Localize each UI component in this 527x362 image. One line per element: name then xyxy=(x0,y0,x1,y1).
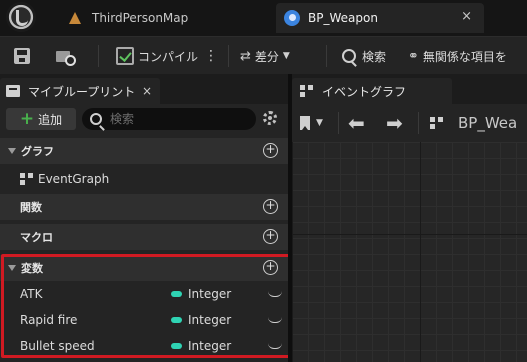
diff-icon: ⇄ xyxy=(240,48,251,64)
section-label: マクロ xyxy=(20,231,53,244)
tab-thirdpersonmap[interactable]: ThirdPersonMap xyxy=(50,3,275,33)
diff-button[interactable]: ⇄ 差分 ▼ xyxy=(240,37,290,75)
gear-icon[interactable] xyxy=(263,111,277,125)
variable-row[interactable]: Rapid fire Integer xyxy=(0,307,288,333)
chevron-down-icon: ▼ xyxy=(316,118,323,128)
section-label: グラフ xyxy=(21,145,54,158)
section-label: 変数 xyxy=(21,262,43,275)
toolbar-divider xyxy=(338,112,339,134)
panel-tab-label: マイブループリント xyxy=(28,84,136,99)
add-variable-icon[interactable]: + xyxy=(263,260,278,275)
save-button[interactable] xyxy=(14,37,30,75)
variable-name: ATK xyxy=(20,287,43,301)
toolbar-divider xyxy=(418,112,419,134)
integer-type-pin-icon xyxy=(171,317,182,323)
hide-unrelated-icon: ⚭ xyxy=(408,48,419,64)
add-label: 追加 xyxy=(38,112,63,127)
title-tab-bar: ThirdPersonMap BP_Weapon × xyxy=(0,0,527,36)
search-icon xyxy=(90,113,102,125)
compile-options-icon[interactable]: ⋮ xyxy=(204,48,218,64)
compile-label: コンパイル xyxy=(138,49,199,64)
plus-icon: + xyxy=(19,108,35,129)
variable-type[interactable]: Integer xyxy=(188,313,231,327)
list-item-eventgraph[interactable]: EventGraph xyxy=(0,166,288,192)
variable-name: Bullet speed xyxy=(20,339,95,353)
blueprint-book-icon xyxy=(6,85,20,97)
eventgraph-label: EventGraph xyxy=(38,172,110,186)
variable-row[interactable]: Bullet speed Integer xyxy=(0,333,288,359)
closed-eye-icon[interactable] xyxy=(268,343,282,349)
closed-eye-icon[interactable] xyxy=(268,317,282,323)
ue-editor-window: ThirdPersonMap BP_Weapon × コンパイル ⋮ ⇄ 差分 … xyxy=(0,0,527,362)
graph-toolbar: ▼ ⬅ ➡ BP_Wea xyxy=(292,104,527,142)
bookmark-icon xyxy=(300,116,310,130)
collapse-arrow-icon[interactable] xyxy=(8,148,16,154)
variable-type[interactable]: Integer xyxy=(188,339,231,353)
hide-unrelated-label: 無関係な項目を xyxy=(422,49,507,64)
graph-tab-bar: イベントグラフ xyxy=(292,74,527,104)
hide-unrelated-button[interactable]: ⚭ 無関係な項目を xyxy=(408,37,507,75)
breadcrumb: BP_Wea xyxy=(430,104,517,142)
tab-label: BP_Weapon xyxy=(308,11,378,25)
section-label: 関数 xyxy=(20,201,42,214)
unreal-logo-icon[interactable] xyxy=(6,2,36,32)
main-toolbar: コンパイル ⋮ ⇄ 差分 ▼ 検索 ⚭ 無関係な項目を xyxy=(0,36,527,74)
tab-my-blueprint[interactable]: マイブループリント × xyxy=(0,78,160,104)
section-graphs[interactable]: グラフ + xyxy=(0,138,288,164)
my-blueprint-panel: マイブループリント × + 追加 グラフ + EventGraph xyxy=(0,74,288,362)
section-macros[interactable]: マクロ + xyxy=(0,224,288,250)
add-function-icon[interactable]: + xyxy=(263,199,278,214)
toolbar-divider xyxy=(98,45,99,67)
tab-label: ThirdPersonMap xyxy=(92,11,189,25)
section-variables[interactable]: 変数 + xyxy=(0,255,288,281)
event-graph-icon xyxy=(20,173,34,185)
blueprint-icon xyxy=(284,10,300,26)
find-button[interactable]: 検索 xyxy=(342,37,386,75)
tab-bp-weapon[interactable]: BP_Weapon × xyxy=(276,3,484,33)
integer-type-pin-icon xyxy=(171,343,182,349)
search-box[interactable] xyxy=(82,108,256,130)
search-input[interactable] xyxy=(110,112,250,126)
collapse-arrow-icon[interactable] xyxy=(8,265,16,271)
add-graph-icon[interactable]: + xyxy=(263,143,278,158)
tab-event-graph[interactable]: イベントグラフ xyxy=(292,78,452,104)
find-label: 検索 xyxy=(362,49,387,64)
toolbar-divider xyxy=(228,45,229,67)
arrow-right-icon: ➡ xyxy=(386,111,403,135)
chevron-down-icon: ▼ xyxy=(282,51,290,61)
variable-type[interactable]: Integer xyxy=(188,287,231,301)
graph-tab-label: イベントグラフ xyxy=(322,84,407,99)
toolbar-divider xyxy=(326,45,327,67)
event-graph-icon xyxy=(430,117,444,129)
integer-type-pin-icon xyxy=(171,291,182,297)
closed-eye-icon[interactable] xyxy=(268,291,282,297)
variable-name: Rapid fire xyxy=(20,313,78,327)
diff-label: 差分 xyxy=(254,49,279,64)
section-functions[interactable]: 関数 + xyxy=(0,194,288,220)
compile-check-icon xyxy=(116,47,134,65)
breadcrumb-label[interactable]: BP_Wea xyxy=(458,114,517,132)
variable-row[interactable]: ATK Integer xyxy=(0,281,288,307)
my-blueprint-body: + 追加 グラフ + EventGraph 関数 + xyxy=(0,104,288,362)
browse-button[interactable] xyxy=(56,37,76,75)
close-icon[interactable]: × xyxy=(461,9,472,24)
event-graph-icon xyxy=(300,85,314,97)
compile-button[interactable]: コンパイル ⋮ xyxy=(116,37,218,75)
browse-folder-icon xyxy=(56,48,76,66)
back-button[interactable]: ⬅ xyxy=(348,104,365,142)
forward-button[interactable]: ➡ xyxy=(386,104,403,142)
map-icon xyxy=(68,12,82,24)
close-icon[interactable]: × xyxy=(142,84,152,98)
save-icon xyxy=(14,48,30,64)
arrow-left-icon: ⬅ xyxy=(348,111,365,135)
graph-canvas[interactable] xyxy=(292,142,527,362)
bookmark-button[interactable]: ▼ xyxy=(300,104,323,142)
search-icon xyxy=(342,49,356,63)
add-macro-icon[interactable]: + xyxy=(263,229,278,244)
add-button[interactable]: + 追加 xyxy=(6,108,76,130)
